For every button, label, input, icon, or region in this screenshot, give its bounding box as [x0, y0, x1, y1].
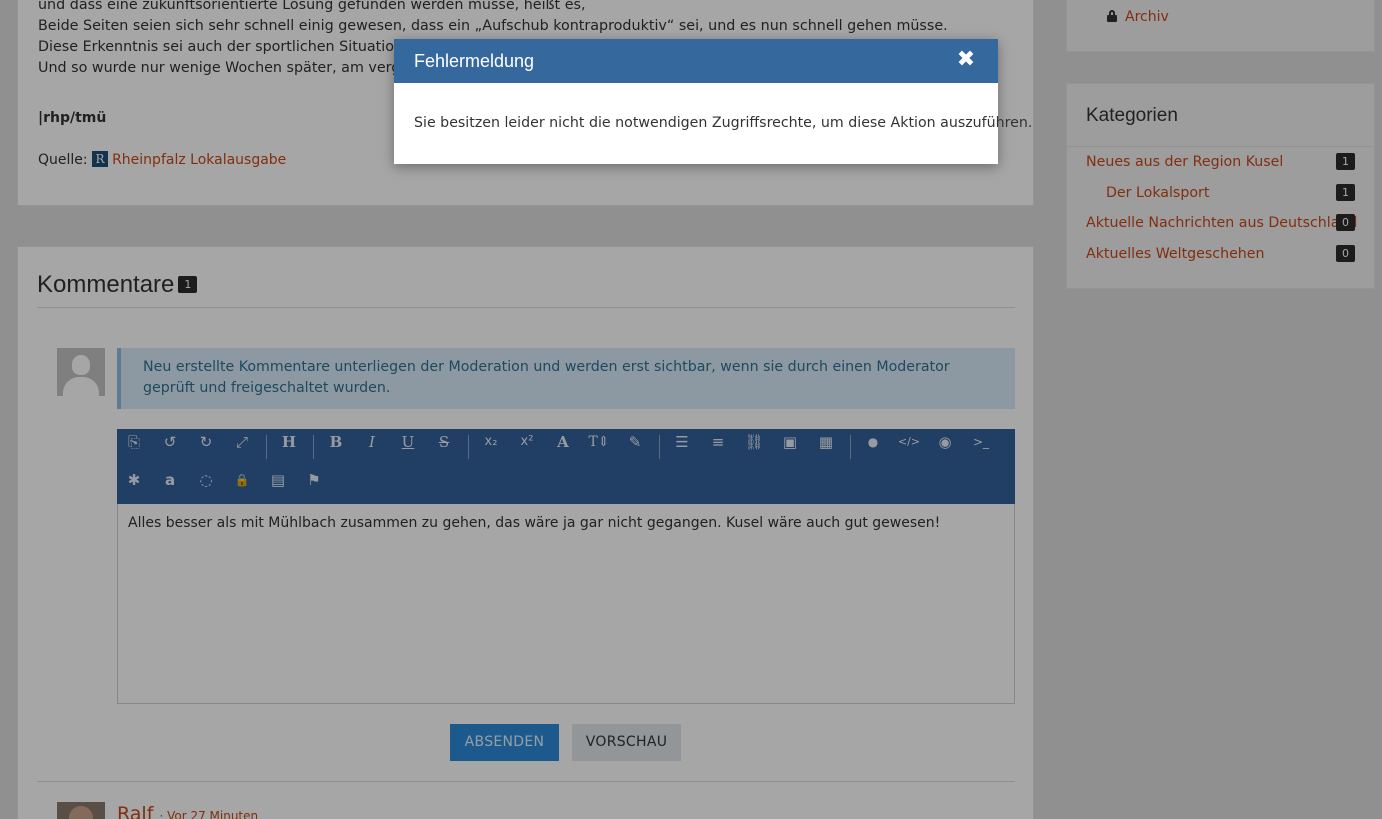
close-icon[interactable]: ✖ [954, 48, 978, 72]
modal-header: Fehlermeldung ✖ [394, 39, 998, 83]
modal-title: Fehlermeldung [414, 51, 535, 71]
error-modal: Fehlermeldung ✖ Sie besitzen leider nich… [394, 39, 1032, 164]
modal-message: Sie besitzen leider nicht die notwendige… [414, 115, 1033, 131]
